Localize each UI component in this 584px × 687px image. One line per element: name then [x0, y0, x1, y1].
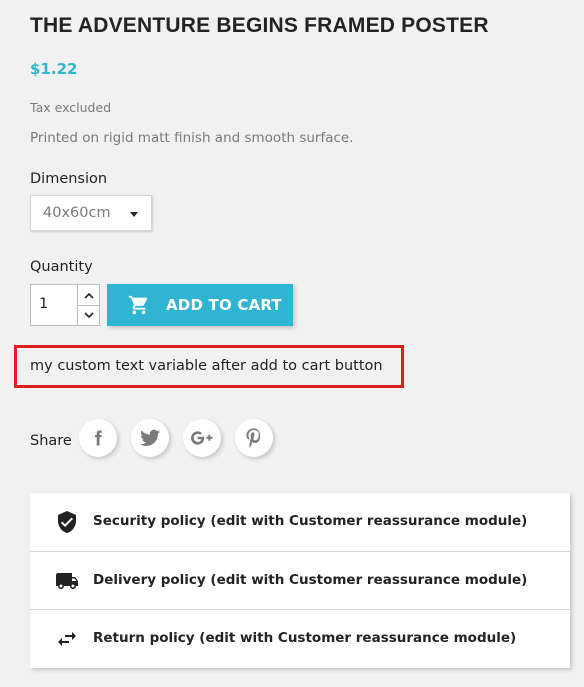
- pinterest-share-button[interactable]: [235, 419, 273, 457]
- dimension-selected-value: 40x60cm: [43, 205, 111, 221]
- caret-down-icon: [130, 212, 138, 217]
- google-plus-icon: [191, 431, 213, 445]
- product-title: THE ADVENTURE BEGINS FRAMED POSTER: [30, 14, 489, 37]
- reassurance-text: Delivery policy (edit with Customer reas…: [93, 572, 528, 588]
- add-to-cart-button[interactable]: ADD TO CART: [107, 284, 293, 326]
- add-to-cart-label: ADD TO CART: [166, 296, 282, 314]
- dimension-label: Dimension: [30, 171, 108, 187]
- product-description: Printed on rigid matt finish and smooth …: [30, 130, 354, 146]
- facebook-share-button[interactable]: [79, 419, 117, 457]
- shield-check-icon: [58, 511, 76, 533]
- quantity-stepper: 1: [30, 284, 100, 326]
- reassurance-text: Return policy (edit with Customer reassu…: [93, 630, 517, 646]
- quantity-input[interactable]: 1: [39, 296, 48, 312]
- quantity-label: Quantity: [30, 259, 93, 275]
- chevron-down-icon: [84, 311, 94, 318]
- facebook-icon: [95, 430, 102, 446]
- twitter-icon: [140, 429, 160, 446]
- product-price: $1.22: [30, 60, 78, 78]
- quantity-increase-button[interactable]: [78, 285, 100, 306]
- chevron-up-icon: [84, 292, 94, 299]
- google-plus-share-button[interactable]: [183, 419, 221, 457]
- twitter-share-button[interactable]: [131, 419, 169, 457]
- pinterest-icon: [246, 428, 261, 448]
- share-label: Share: [30, 433, 72, 449]
- reassurance-panel: Security policy (edit with Customer reas…: [30, 493, 570, 668]
- swap-arrows-icon: [58, 632, 76, 646]
- custom-text: my custom text variable after add to car…: [30, 358, 383, 374]
- dimension-select[interactable]: 40x60cm: [30, 195, 152, 231]
- truck-icon: [56, 573, 78, 589]
- custom-text-highlight: my custom text variable after add to car…: [14, 345, 404, 388]
- reassurance-item: Security policy (edit with Customer reas…: [30, 493, 570, 551]
- reassurance-text: Security policy (edit with Customer reas…: [93, 513, 528, 529]
- tax-note: Tax excluded: [30, 100, 112, 115]
- reassurance-item: Delivery policy (edit with Customer reas…: [30, 551, 570, 609]
- quantity-decrease-button[interactable]: [78, 305, 100, 325]
- shopping-cart-icon: [128, 295, 148, 315]
- reassurance-item: Return policy (edit with Customer reassu…: [30, 609, 570, 667]
